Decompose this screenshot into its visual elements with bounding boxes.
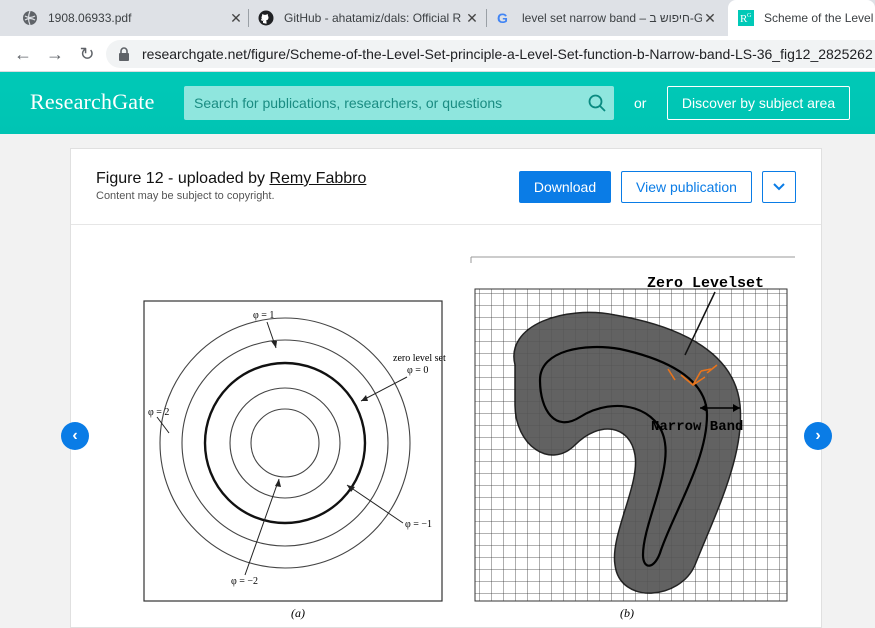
panel-b: Zero Levelset Narrow Band (b) [470,256,795,620]
next-figure-button[interactable]: › [804,422,832,450]
tab-pdf[interactable]: 1908.06933.pdf ✕ [22,0,244,36]
zero-level-set-label: zero level set [393,353,446,364]
close-icon[interactable]: ✕ [702,10,718,27]
browser-tab-bar: 1908.06933.pdf ✕ GitHub - ahatamiz/dals:… [0,0,875,36]
phi-0-label: φ = 0 [407,365,428,376]
svg-text:G: G [747,13,752,19]
download-button[interactable]: Download [519,171,611,203]
or-label: or [634,95,647,111]
tab-title: Scheme of the Level S [764,11,875,25]
figure-image: φ = 1 φ = 2 zero level set φ = 0 φ = −1 … [143,256,795,620]
close-icon[interactable]: ✕ [228,10,244,27]
url-text: researchgate.net/figure/Scheme-of-the-Le… [142,46,873,62]
figure-title: Figure 12 - uploaded by Remy Fabbro [96,170,366,188]
panel-a-caption: (a) [291,606,305,620]
phi-1-label: φ = 1 [253,310,274,321]
forward-arrow-icon[interactable]: → [44,43,66,65]
reload-icon[interactable]: ↻ [76,43,98,65]
google-icon: G [497,10,508,26]
phi-minus-1-label: φ = −1 [405,519,432,530]
panel-a: φ = 1 φ = 2 zero level set φ = 0 φ = −1 … [143,300,446,620]
github-icon [258,10,274,26]
phi-2-label: φ = 2 [148,407,169,418]
tab-github[interactable]: GitHub - ahatamiz/dals: Official R ✕ [258,0,480,36]
chevron-down-icon [773,183,785,191]
more-options-button[interactable] [762,171,796,203]
narrow-band-label: Narrow Band [651,419,743,435]
site-header: ResearchGate Search for publications, re… [0,72,875,134]
figure-card: Figure 12 - uploaded by Remy Fabbro Cont… [70,148,822,628]
figure-title-prefix: Figure 12 - uploaded by [96,170,270,187]
search-placeholder: Search for publications, researchers, or… [194,95,503,111]
uploader-link[interactable]: Remy Fabbro [269,170,366,187]
chevron-left-icon: ‹ [72,427,78,444]
url-field[interactable]: researchgate.net/figure/Scheme-of-the-Le… [106,40,875,68]
tab-google[interactable]: G level set narrow band – חיפוש ב-Go ✕ [496,0,718,36]
globe-icon [23,10,37,26]
lock-icon [119,47,129,61]
figure-header: Figure 12 - uploaded by Remy Fabbro Cont… [71,149,821,225]
phi-minus-2-label: φ = −2 [231,576,258,587]
zero-levelset-label: Zero Levelset [647,275,764,292]
view-publication-button[interactable]: View publication [621,171,752,203]
previous-figure-button[interactable]: ‹ [61,422,89,450]
researchgate-icon: RG [738,10,754,26]
search-input[interactable]: Search for publications, researchers, or… [184,86,614,120]
svg-text:G: G [497,10,508,26]
researchgate-logo[interactable]: ResearchGate [30,89,155,115]
tab-researchgate[interactable]: RG Scheme of the Level S [728,0,875,36]
back-arrow-icon[interactable]: ← [12,43,34,65]
discover-button[interactable]: Discover by subject area [667,86,850,120]
address-bar: ← → ↻ researchgate.net/figure/Scheme-of-… [0,36,875,72]
tab-title: level set narrow band – חיפוש ב-Go [522,11,702,25]
tab-title: 1908.06933.pdf [48,11,132,25]
chevron-right-icon: › [815,427,821,444]
close-icon[interactable]: ✕ [464,10,480,27]
panel-b-caption: (b) [620,606,634,620]
tab-title: GitHub - ahatamiz/dals: Official R [284,11,462,25]
search-icon[interactable] [588,94,606,112]
copyright-note: Content may be subject to copyright. [96,190,275,202]
